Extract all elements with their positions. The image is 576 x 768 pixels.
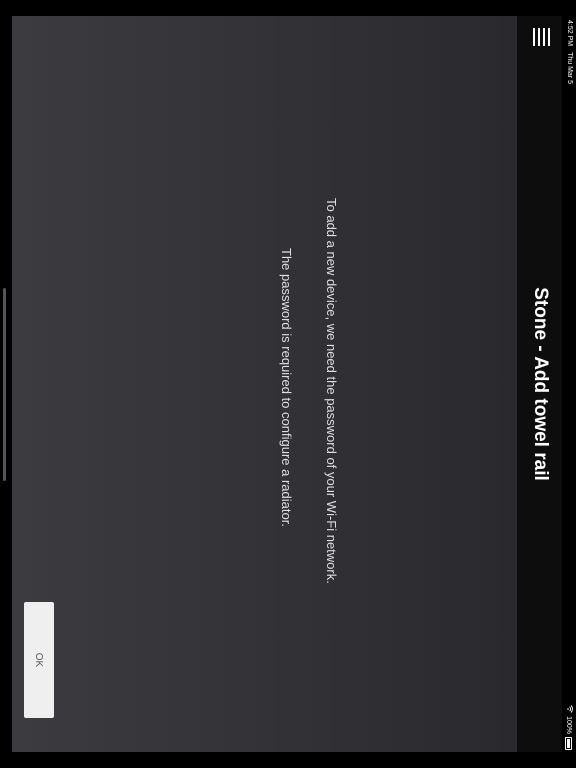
battery-percent: 100% <box>565 716 573 734</box>
landscape-canvas: 4:52 PM Thu Mar 5 100% Stone - Add towel… <box>0 0 576 768</box>
status-left: 4:52 PM Thu Mar 5 <box>566 20 573 84</box>
app-header: Stone - Add towel rail <box>517 16 562 752</box>
wifi-icon <box>565 705 573 713</box>
status-right: 100% <box>565 705 573 750</box>
password-required-message: The password is required to configure a … <box>279 248 294 527</box>
side-handle[interactable] <box>3 288 6 481</box>
ok-button[interactable]: OK <box>24 602 54 718</box>
status-time: 4:52 PM <box>566 20 573 47</box>
status-date: Thu Mar 5 <box>566 52 573 84</box>
page-title: Stone - Add towel rail <box>530 287 551 481</box>
wifi-password-message: To add a new device, we need the passwor… <box>324 198 339 584</box>
screen: 4:52 PM Thu Mar 5 100% Stone - Add towel… <box>0 0 576 768</box>
status-bar: 4:52 PM Thu Mar 5 100% <box>562 0 576 768</box>
content-panel: To add a new device, we need the passwor… <box>12 16 517 752</box>
battery-icon <box>565 737 573 750</box>
